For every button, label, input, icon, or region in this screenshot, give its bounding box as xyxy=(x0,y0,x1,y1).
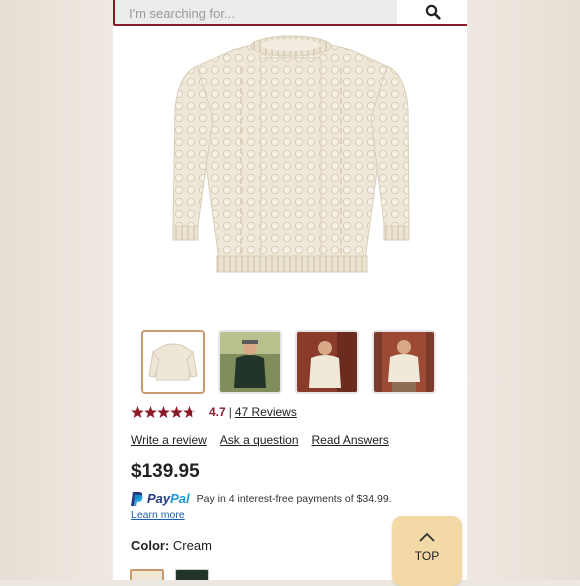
paypal-row: PayPal Pay in 4 interest-free payments o… xyxy=(131,491,392,506)
reviews-link[interactable]: 47 Reviews xyxy=(235,405,297,419)
paypal-learn-more-link[interactable]: Learn more xyxy=(131,509,185,521)
product-main-image[interactable] xyxy=(113,28,467,320)
ask-question-link[interactable]: Ask a question xyxy=(220,433,299,447)
thumbnail-sweater-image xyxy=(143,332,203,392)
chevron-up-icon xyxy=(419,532,435,542)
search-bar xyxy=(113,0,467,26)
color-label: Color: xyxy=(131,538,170,553)
thumbnail-model-green-image xyxy=(220,332,280,392)
background-left xyxy=(0,0,113,580)
back-to-top-label: TOP xyxy=(414,549,440,563)
thumbnail-4[interactable] xyxy=(372,330,436,394)
stars-icon xyxy=(131,405,195,418)
back-to-top-button[interactable]: TOP xyxy=(392,516,462,586)
search-button[interactable] xyxy=(399,0,467,24)
thumbnail-model-cream-brick-image xyxy=(297,332,357,392)
rating-value: 4.7 xyxy=(209,405,226,419)
star-rating xyxy=(131,405,195,419)
color-swatch-cream[interactable] xyxy=(130,569,164,580)
thumbnail-1[interactable] xyxy=(141,330,205,394)
thumbnail-3[interactable] xyxy=(295,330,359,394)
product-page: 4.7 | 47 Reviews Write a review Ask a qu… xyxy=(113,0,467,580)
background-right xyxy=(467,0,580,580)
read-answers-link[interactable]: Read Answers xyxy=(312,433,389,447)
rating-row: 4.7 | 47 Reviews xyxy=(131,404,297,420)
review-actions: Write a review Ask a question Read Answe… xyxy=(131,433,389,447)
paypal-brand-part2: Pal xyxy=(170,491,190,506)
thumbnail-model-cream-door-image xyxy=(374,332,434,392)
thumbnail-2[interactable] xyxy=(218,330,282,394)
color-swatch-green[interactable] xyxy=(175,569,209,580)
search-icon xyxy=(425,4,441,20)
thumbnail-strip xyxy=(141,330,441,398)
color-selection: Color: Cream xyxy=(131,538,212,553)
write-review-link[interactable]: Write a review xyxy=(131,433,207,447)
color-value: Cream xyxy=(172,538,212,553)
paypal-installments-text: Pay in 4 interest-free payments of $34.9… xyxy=(196,492,392,505)
paypal-brand: PayPal xyxy=(147,491,190,506)
sweater-image xyxy=(172,35,410,273)
paypal-logo-icon xyxy=(131,491,143,506)
search-input[interactable] xyxy=(115,0,397,24)
product-price: $139.95 xyxy=(131,461,200,482)
paypal-brand-part1: Pay xyxy=(147,491,171,506)
rating-separator: | xyxy=(228,405,232,419)
